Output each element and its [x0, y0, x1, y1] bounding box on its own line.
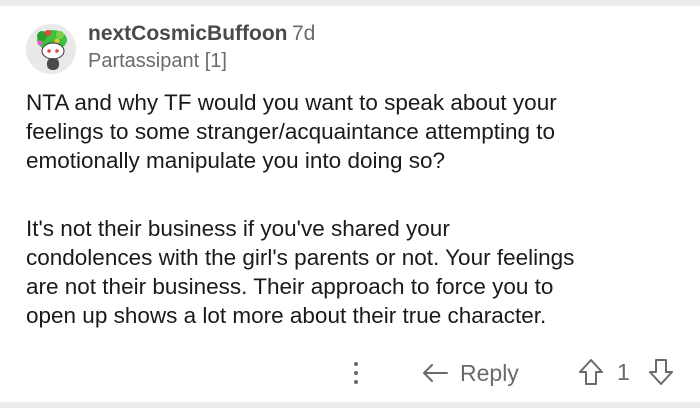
- comment-line: emotionally manipulate you into doing so…: [26, 148, 446, 173]
- reply-label: Reply: [460, 359, 519, 386]
- downvote-icon[interactable]: [648, 358, 674, 386]
- comment-line: condolences with the girl's parents or n…: [26, 245, 575, 270]
- comment-line: feelings to some stranger/acquaintance a…: [26, 119, 556, 144]
- reply-button[interactable]: Reply: [420, 356, 519, 390]
- comment-paragraph-1: NTA and why TF would you want to speak a…: [26, 88, 696, 175]
- bottom-divider: [0, 402, 700, 408]
- username[interactable]: nextCosmicBuffoon: [88, 22, 288, 46]
- top-divider: [0, 0, 700, 6]
- reply-arrow-icon: [423, 364, 448, 382]
- snoo-avatar-icon: [26, 24, 76, 74]
- comment-line: It's not their business if you've shared…: [26, 216, 450, 241]
- comment-line: are not their business. Their approach t…: [26, 274, 554, 299]
- comment-age: 7d: [292, 22, 316, 45]
- comment-line: open up shows a lot more about their tru…: [26, 303, 547, 328]
- comment-paragraph-2: It's not their business if you've shared…: [26, 214, 696, 330]
- comment-line: NTA and why TF would you want to speak a…: [26, 90, 557, 115]
- user-avatar[interactable]: [26, 24, 76, 74]
- more-options-icon[interactable]: [344, 358, 368, 388]
- user-flair: Partassipant [1]: [88, 50, 227, 72]
- upvote-icon[interactable]: [578, 358, 604, 386]
- vote-count: 1: [617, 359, 630, 385]
